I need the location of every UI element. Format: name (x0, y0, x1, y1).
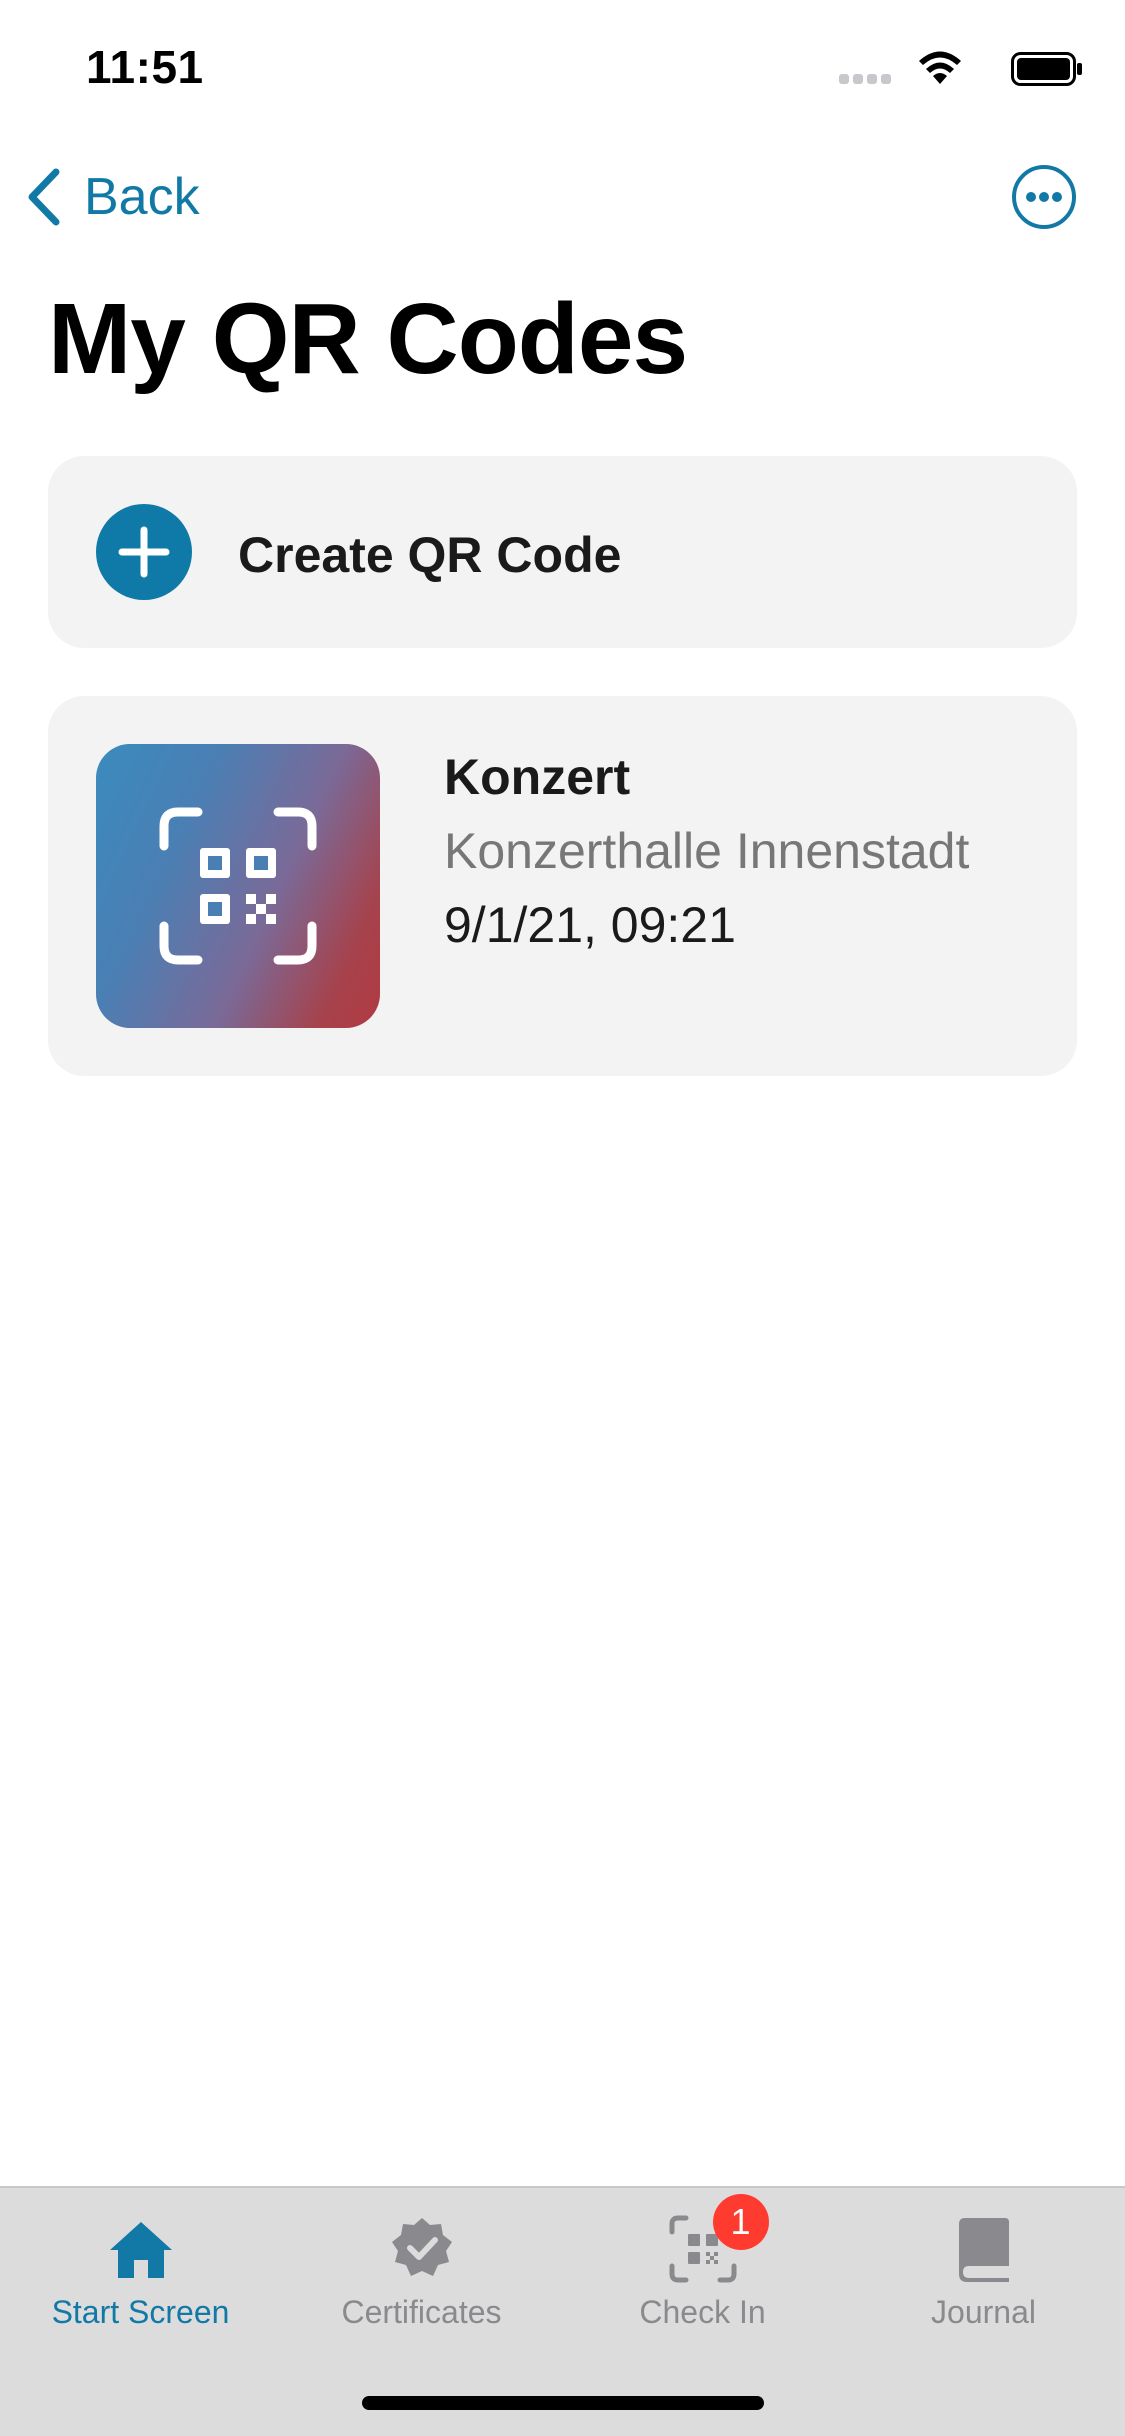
qr-scan-icon (159, 807, 317, 965)
qr-code-location: Konzerthalle Innenstadt (444, 823, 970, 879)
battery-icon (1011, 52, 1082, 86)
page-title: My QR Codes (48, 283, 688, 395)
tab-check-in[interactable]: 1 Check In (562, 2194, 843, 2334)
cellular-signal-icon (839, 74, 893, 84)
tab-label: Check In (639, 2294, 766, 2330)
qr-code-date: 9/1/21, 09:21 (444, 897, 736, 953)
create-qr-code-label: Create QR Code (238, 527, 622, 583)
home-icon (109, 2222, 172, 2278)
create-qr-code-button[interactable]: Create QR Code (48, 456, 1077, 648)
home-indicator[interactable] (362, 2396, 764, 2410)
notification-badge: 1 (712, 2194, 769, 2250)
qr-code-list-item[interactable]: Konzert Konzerthalle Innenstadt 9/1/21, … (48, 696, 1077, 1076)
tab-certificates[interactable]: Certificates (281, 2214, 562, 2334)
status-time: 11:51 (86, 41, 204, 93)
certificate-check-icon (391, 2218, 452, 2276)
tab-journal[interactable]: Journal (843, 2214, 1124, 2334)
tab-label: Start Screen (51, 2294, 230, 2330)
wifi-icon (919, 51, 961, 84)
tab-label: Certificates (341, 2294, 502, 2330)
plus-circle-icon (96, 504, 192, 600)
qr-code-title: Konzert (444, 749, 631, 805)
book-icon (958, 2218, 1009, 2282)
tab-label: Journal (931, 2294, 1036, 2330)
qr-code-thumbnail (96, 744, 380, 1028)
back-label: Back (84, 168, 200, 226)
ellipsis-circle-icon[interactable] (1011, 164, 1077, 230)
back-button[interactable]: Back (24, 162, 200, 232)
tab-start-screen[interactable]: Start Screen (0, 2214, 281, 2334)
screen: 11:51 Back My QR Codes Create QR Code Ko… (0, 0, 1125, 2436)
chevron-left-icon (28, 168, 60, 226)
